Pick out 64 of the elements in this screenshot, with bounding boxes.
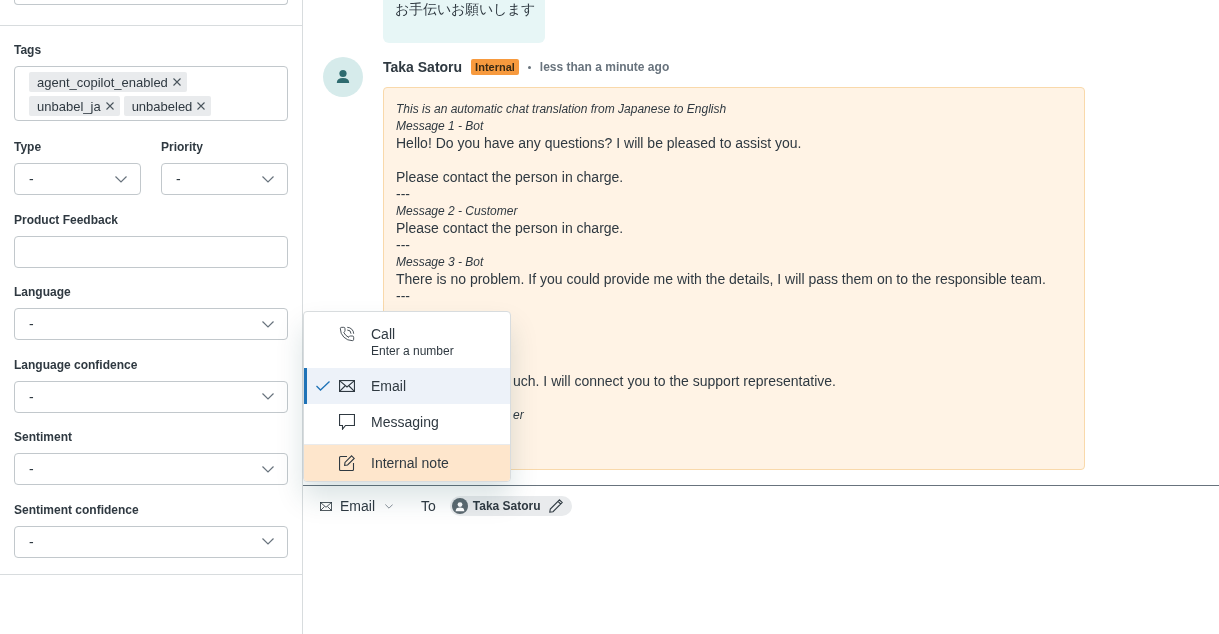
close-icon[interactable] [172, 78, 181, 86]
note-text: Hello! Do you have any questions? I will be pleased to assist you. [396, 135, 802, 152]
input-field[interactable] [14, 235, 288, 268]
field-label: Sentiment confidence [14, 501, 139, 518]
phone-icon [339, 326, 355, 342]
close-icon[interactable] [197, 102, 206, 110]
channel-dropdown-button[interactable]: Email [320, 496, 393, 516]
note-caption: Message 2 - Customer [396, 203, 518, 220]
field-label: Priority [161, 139, 203, 155]
pencil-icon[interactable] [548, 499, 563, 513]
note-text: There is no problem. If you could provide me with the details, I will pass them on to the responsible team. [396, 271, 1046, 288]
field-label: Sentiment [14, 429, 72, 445]
dropdown-field[interactable]: - [14, 163, 141, 195]
separator-text: --- [396, 237, 410, 254]
dropdown-field[interactable]: - [14, 525, 288, 558]
separator-text: --- [396, 186, 410, 203]
note-text: uch. I will connect you to the support representative. [513, 373, 836, 390]
chevron-down-icon [262, 175, 274, 183]
menu-item[interactable]: Internal note [304, 444, 510, 481]
menu-item[interactable]: Messaging [304, 404, 510, 440]
note-caption: This is an automatic chat translation from Japanese to English [396, 101, 727, 118]
recipient-chip[interactable]: Taka Satoru [449, 496, 572, 516]
note-text: Please contact the person in charge. [396, 169, 624, 186]
note-text: Please contact the person in charge. [396, 220, 624, 237]
chevron-down-icon [262, 393, 274, 400]
field-label: Product Feedback [14, 211, 119, 228]
note-caption: Message 1 - Bot [396, 118, 484, 135]
tag[interactable]: unbabeled [123, 96, 212, 116]
dropdown-field[interactable]: - [14, 453, 288, 485]
menu-item[interactable]: Email [304, 368, 510, 404]
field-label: Language confidence [14, 356, 138, 373]
check-icon [316, 381, 330, 391]
author-name: Taka Satoru [383, 59, 463, 75]
internal-badge: Internal [471, 59, 519, 75]
note-caption: Message 3 - Bot [396, 254, 484, 271]
field-label: Tags [14, 42, 42, 58]
tags-field[interactable]: agent_copilot_enabled unbabel_ja unbabeled [14, 66, 288, 121]
message-text: お手伝いお願いします [395, 1, 535, 18]
input-field[interactable] [14, 0, 288, 5]
menu-item[interactable]: Call Enter a number [304, 316, 510, 368]
chevron-down-icon [262, 465, 274, 473]
note-caption: er [513, 407, 524, 424]
speech-bubble-icon [339, 414, 355, 430]
chevron-down-icon [115, 175, 127, 183]
chevron-down-icon [262, 320, 274, 328]
dropdown-field[interactable]: - [161, 163, 288, 195]
dropdown-field[interactable]: - [14, 308, 288, 340]
chevron-down-icon [262, 538, 274, 545]
mail-icon [339, 380, 355, 392]
dropdown-field[interactable]: - [14, 380, 288, 413]
edit-note-icon [339, 455, 355, 471]
tag[interactable]: agent_copilot_enabled [29, 72, 187, 92]
to-label: To [421, 498, 436, 514]
field-label: Type [14, 139, 42, 155]
user-avatar-icon [323, 57, 363, 97]
close-icon[interactable] [105, 102, 114, 110]
chevron-down-icon [385, 503, 393, 509]
tag[interactable]: unbabel_ja [29, 96, 120, 116]
user-avatar-icon [451, 498, 468, 514]
dot-icon [527, 65, 531, 69]
mail-icon [320, 501, 332, 511]
field-label: Language [14, 284, 71, 300]
timestamp: less than a minute ago [539, 59, 670, 75]
separator-text: --- [396, 288, 410, 305]
